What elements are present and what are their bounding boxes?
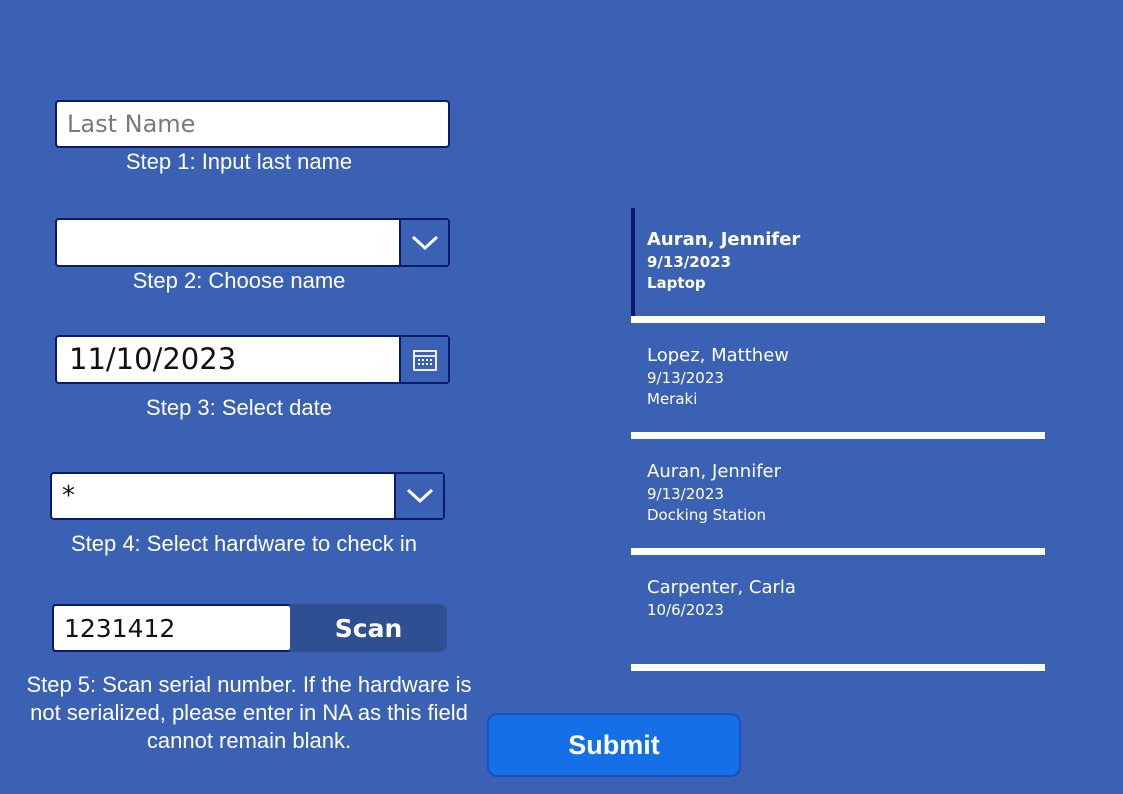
gallery-separator <box>631 548 1045 555</box>
choose-name-dropdown-button[interactable] <box>399 220 448 265</box>
gallery-separator <box>631 316 1045 323</box>
scan-button[interactable]: Scan <box>290 604 447 652</box>
hardware-value: * <box>62 481 75 511</box>
gallery-item[interactable]: Auran, Jennifer 9/13/2023 Docking Statio… <box>631 439 1045 548</box>
choose-name-value <box>57 220 399 265</box>
date-picker-button[interactable] <box>399 337 448 382</box>
chevron-down-icon <box>411 235 438 250</box>
step-3-label: Step 3: Select date <box>146 395 332 420</box>
calendar-icon <box>412 349 437 371</box>
gallery-item-hardware: Meraki <box>647 390 698 408</box>
gallery-separator <box>631 664 1045 671</box>
gallery-item-name: Auran, Jennifer <box>647 461 782 482</box>
step-4-label: Step 4: Select hardware to check in <box>70 531 418 556</box>
last-name-field[interactable] <box>55 100 450 148</box>
records-gallery: Auran, Jennifer 9/13/2023 Laptop Lopez, … <box>631 208 1045 671</box>
hardware-dropdown[interactable]: * <box>50 472 445 520</box>
serial-input[interactable] <box>54 606 290 650</box>
serial-field[interactable] <box>52 604 292 652</box>
step-5-label: Step 5: Scan serial number. If the hardw… <box>26 672 472 753</box>
date-picker[interactable]: 11/10/2023 <box>55 335 450 384</box>
step-2-label: Step 2: Choose name <box>132 268 346 293</box>
gallery-item-date: 9/13/2023 <box>647 369 724 387</box>
gallery-item-hardware: Docking Station <box>647 506 766 524</box>
gallery-item-date: 9/13/2023 <box>647 253 732 271</box>
gallery-item-date: 10/6/2023 <box>647 601 724 619</box>
gallery-item-date: 9/13/2023 <box>647 485 724 503</box>
choose-name-dropdown[interactable] <box>55 218 450 267</box>
gallery-item[interactable]: Lopez, Matthew 9/13/2023 Meraki <box>631 323 1045 432</box>
chevron-down-icon <box>406 488 433 504</box>
step-1-label: Step 1: Input last name <box>125 149 353 174</box>
submit-button[interactable]: Submit <box>487 713 741 777</box>
gallery-item[interactable]: Auran, Jennifer 9/13/2023 Laptop <box>631 208 1045 316</box>
last-name-input[interactable] <box>57 102 448 146</box>
gallery-item-name: Auran, Jennifer <box>647 229 801 250</box>
gallery-separator <box>631 432 1045 439</box>
gallery-item-name: Carpenter, Carla <box>647 577 796 598</box>
gallery-item[interactable]: Carpenter, Carla 10/6/2023 <box>631 555 1045 664</box>
date-value[interactable]: 11/10/2023 <box>57 337 399 382</box>
gallery-item-name: Lopez, Matthew <box>647 345 789 366</box>
hardware-dropdown-button[interactable] <box>394 474 443 518</box>
gallery-item-hardware: Laptop <box>647 274 706 292</box>
